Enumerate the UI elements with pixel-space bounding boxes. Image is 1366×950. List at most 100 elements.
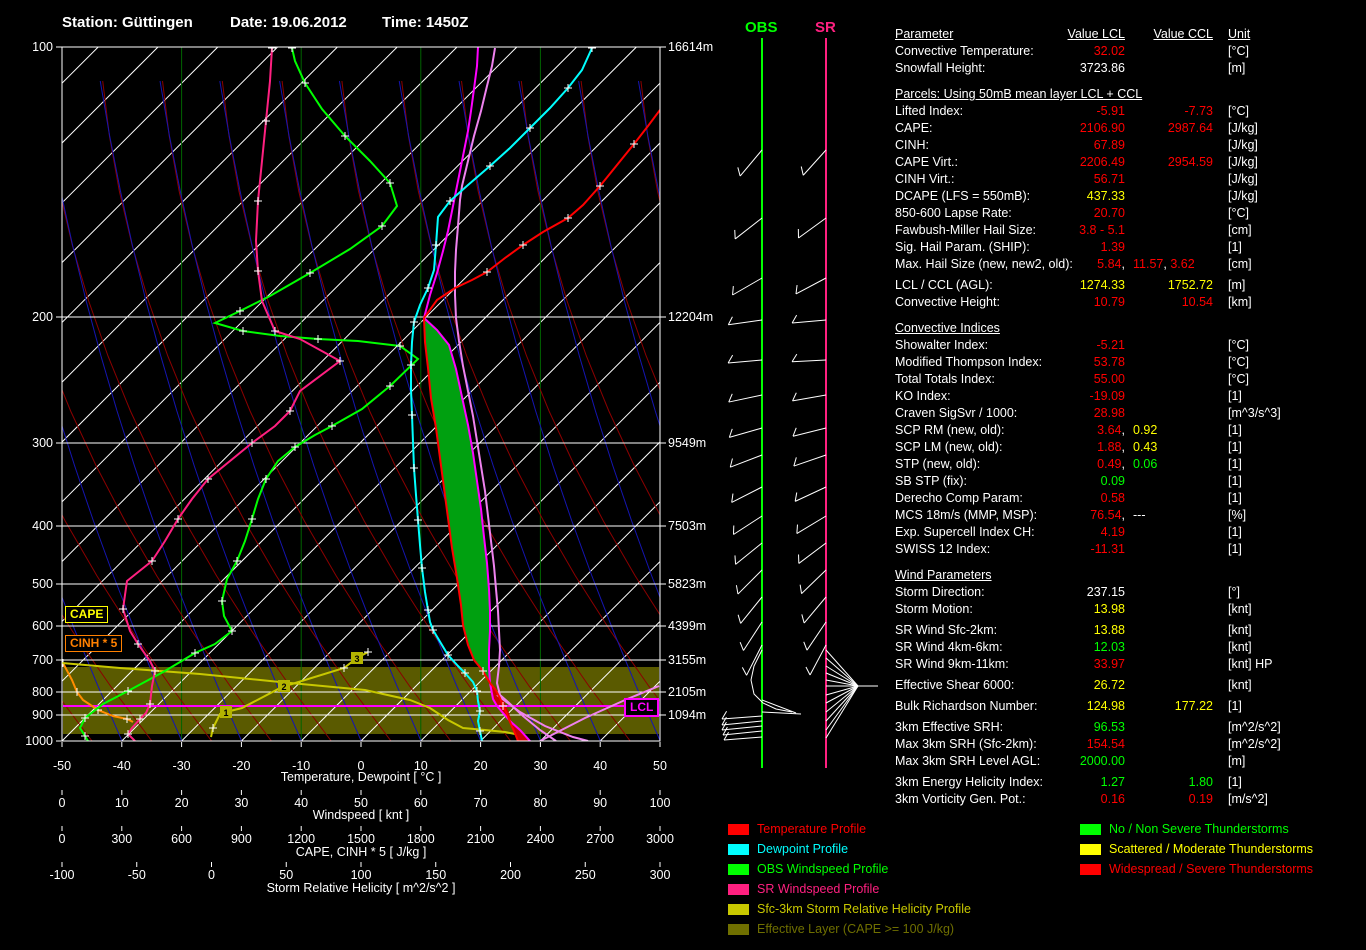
unit-label: [°C] [1228, 206, 1249, 220]
legend-label: Sfc-3km Storm Relative Helicity Profile [757, 902, 971, 916]
table-row: CINH: 67.89 [J/kg] [888, 138, 1366, 155]
table-row: Total Totals Index: 55.00 [°C] [888, 372, 1366, 389]
axis-tick-label: 2400 [526, 832, 554, 846]
axis-tick-label: 40 [593, 759, 607, 773]
table-value: 177.22 [1174, 699, 1213, 713]
table-value: 124.98 [1086, 699, 1125, 713]
height-label: 5823m [668, 577, 706, 591]
profile-legend-item: Sfc-3km Storm Relative Helicity Profile [728, 899, 971, 919]
pressure-label: 700 [32, 653, 53, 667]
unit-label: [J/kg] [1228, 172, 1258, 186]
table-row: Lifted Index: -5.91 -7.73 [°C] [888, 104, 1366, 121]
height-label: 4399m [668, 619, 706, 633]
unit-label: [1] [1228, 474, 1242, 488]
table-value: 2987.64 [1167, 121, 1213, 135]
axis-tick-label: 0 [59, 832, 66, 846]
table-value: 0.06 [1133, 457, 1158, 471]
lcl-box: LCL [624, 698, 660, 717]
unit-label: [km] [1228, 295, 1252, 309]
table-value: 20.70 [1093, 206, 1125, 220]
table-row: SCP RM (new, old): 3.64, 0.92 [1] [888, 423, 1366, 440]
table-value: 0.92 [1133, 423, 1158, 437]
table-row: Max 3km SRH Level AGL: 2000.00 [m] [888, 754, 1366, 771]
col-value-ccl: Value CCL [1153, 27, 1213, 41]
table-value: 2000.00 [1079, 754, 1125, 768]
unit-label: [m] [1228, 61, 1246, 75]
axis-tick-label: -100 [49, 868, 74, 882]
parameter-label: CINH: [895, 138, 930, 152]
sr-column-header: SR [815, 19, 836, 36]
axis-tick-label: 100 [351, 868, 372, 882]
unit-label: [m^2/s^2] [1228, 737, 1281, 751]
table-section-title: Wind Parameters [895, 568, 992, 582]
svg-text:1: 1 [223, 708, 228, 718]
axis-tick-label: 2100 [467, 832, 495, 846]
profile-legend: Temperature Profile Dewpoint Profile OBS W… [728, 819, 971, 939]
table-row: Max 3km SRH (Sfc-2km): 154.54 [m^2/s^2] [888, 737, 1366, 754]
height-label: 2105m [668, 685, 706, 699]
axis-title: CAPE, CINH * 5 [ J/kg ] [296, 845, 427, 859]
height-label: 1094m [668, 708, 706, 722]
table-value: 2206.49 [1079, 155, 1125, 169]
table-row: Convective Temperature: 32.02 [°C] [888, 44, 1366, 61]
pressure-label: 1000 [25, 734, 53, 748]
table-value: 53.78 [1093, 355, 1125, 369]
unit-label: [1] [1228, 457, 1242, 471]
axis-tick-label: 600 [171, 832, 192, 846]
table-value: 76.54 [1090, 508, 1122, 522]
legend-swatch-icon [1080, 823, 1101, 835]
legend-swatch-icon [1080, 863, 1101, 875]
severity-legend: No / Non Severe Thunderstorms Scattered /… [1080, 819, 1313, 879]
pressure-axis-labels: 100 16614m 200 12204m 300 9549m 400 7503m 500 582… [25, 40, 713, 748]
table-header-row: Parameter Value LCL Value CCL Unit [888, 27, 1366, 44]
table-row: Storm Motion: 13.98 [knt] [888, 602, 1366, 619]
table-value: , [1121, 508, 1125, 522]
height-label: 16614m [668, 40, 713, 54]
table-value: 1.27 [1100, 775, 1125, 789]
table-value: 4.19 [1100, 525, 1125, 539]
station-title: Station: Güttingen [62, 14, 193, 31]
table-value: 32.02 [1093, 44, 1125, 58]
pressure-label: 200 [32, 310, 53, 324]
table-section-title: Convective Indices [895, 321, 1000, 335]
legend-label: Scattered / Moderate Thunderstorms [1109, 842, 1314, 856]
table-value: -5.91 [1096, 104, 1126, 118]
unit-label: [1] [1228, 699, 1242, 713]
pressure-label: 400 [32, 519, 53, 533]
table-row: CAPE Virt.: 2206.49 2954.59 [J/kg] [888, 155, 1366, 172]
axis-tick-label: 300 [111, 832, 132, 846]
table-value: 0.16 [1100, 792, 1125, 806]
unit-label: [J/kg] [1228, 155, 1258, 169]
table-row: CAPE: 2106.90 2987.64 [J/kg] [888, 121, 1366, 138]
table-value: , [1121, 423, 1125, 437]
table-row: Bulk Richardson Number: 124.98 177.22 [1] [888, 699, 1366, 716]
parameter-label: CAPE: [895, 121, 933, 135]
table-row: Max. Hail Size (new, new2, old): 5.84, 11.… [888, 257, 1366, 274]
table-row: Convective Height: 10.79 10.54 [km] [888, 295, 1366, 312]
table-value: 437.33 [1086, 189, 1125, 203]
table-value: , [1121, 257, 1125, 271]
legend-label: Dewpoint Profile [757, 842, 849, 856]
unit-label: [1] [1228, 240, 1242, 254]
table-row: Exp. Supercell Index CH: 4.19 [1] [888, 525, 1366, 542]
table-value: 0.58 [1100, 491, 1125, 505]
unit-label: [m] [1228, 754, 1246, 768]
table-value: -19.09 [1089, 389, 1125, 403]
table-value: -7.73 [1184, 104, 1214, 118]
svg-text:3: 3 [354, 654, 359, 664]
table-row: SR Wind 4km-6km: 12.03 [knt] [888, 640, 1366, 657]
axis-title: Storm Relative Helicity [ m^2/s^2 ] [267, 881, 456, 895]
table-row: SWISS 12 Index: -11.31 [1] [888, 542, 1366, 559]
parameter-label: CINH Virt.: [895, 172, 955, 186]
unit-label: [knt] [1228, 602, 1252, 616]
profile-legend-item: Dewpoint Profile [728, 839, 971, 859]
table-row: MCS 18m/s (MMP, MSP): 76.54, --- [%] [888, 508, 1366, 525]
table-value: 2106.90 [1079, 121, 1125, 135]
table-row: Fawbush-Miller Hail Size: 3.8 - 5.1 [cm] [888, 223, 1366, 240]
severity-legend-item: Widespread / Severe Thunderstorms [1080, 859, 1313, 879]
unit-label: [m^3/s^3] [1228, 406, 1281, 420]
sr-wind-barbs [791, 149, 878, 739]
unit-label: [knt] [1228, 623, 1252, 637]
unit-label: [°C] [1228, 372, 1249, 386]
profile-legend-item: Effective Layer (CAPE >= 100 J/kg) [728, 919, 971, 939]
